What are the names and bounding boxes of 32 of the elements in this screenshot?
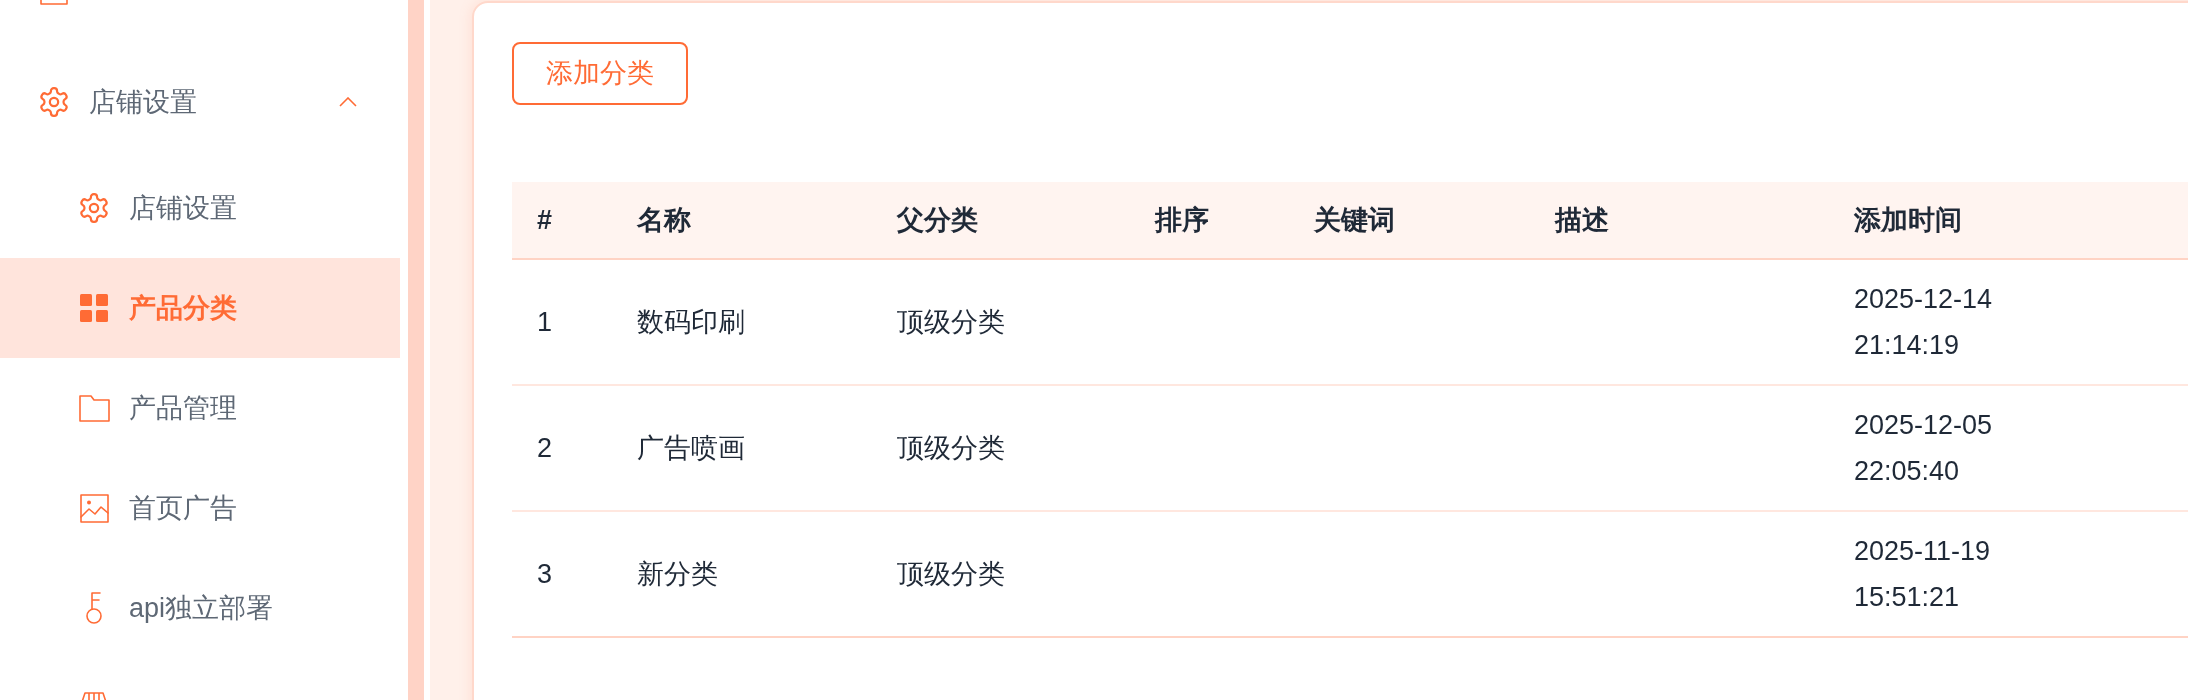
category-name: 数码印刷: [637, 306, 745, 337]
column-header: 名称: [637, 204, 691, 235]
gear-icon: [79, 193, 109, 223]
row-number: 3: [537, 558, 553, 589]
row-number: 2: [537, 432, 553, 463]
column-header: #: [537, 204, 553, 235]
added-time: 2025-12-14 21:14:19: [1854, 283, 1994, 362]
category-name: 广告喷画: [637, 432, 745, 463]
added-time: 2025-12-05 22:05:40: [1854, 409, 1994, 488]
sidebar-item[interactable]: 产品管理: [79, 387, 237, 429]
add-category-button[interactable]: 添加分类: [512, 42, 688, 105]
gear-icon: [39, 87, 69, 117]
parent-category: 顶级分类: [897, 306, 1005, 337]
sidebar-item[interactable]: 店铺设置: [79, 187, 237, 229]
category-name: 新分类: [637, 558, 718, 589]
column-header: 描述: [1555, 204, 1609, 235]
parent-category: 顶级分类: [897, 558, 1005, 589]
column-header: 排序: [1155, 204, 1209, 235]
row-number: 1: [537, 306, 553, 337]
grid-icon: [80, 294, 108, 322]
column-header: 父分类: [897, 204, 978, 235]
column-header: 添加时间: [1854, 204, 1962, 235]
column-header: 关键词: [1314, 204, 1395, 235]
key-icon: [85, 592, 103, 624]
image-icon: [79, 493, 109, 523]
folder-icon: [78, 394, 110, 422]
added-time: 2025-11-19 15:51:21: [1854, 535, 1992, 614]
sidebar-item[interactable]: api独立部署: [79, 587, 274, 629]
sidebar-item[interactable]: 首页广告: [79, 487, 237, 529]
parent-category: 顶级分类: [897, 432, 1005, 463]
store-icon: [79, 692, 109, 700]
sidebar-item[interactable]: 店铺设置: [39, 81, 357, 123]
